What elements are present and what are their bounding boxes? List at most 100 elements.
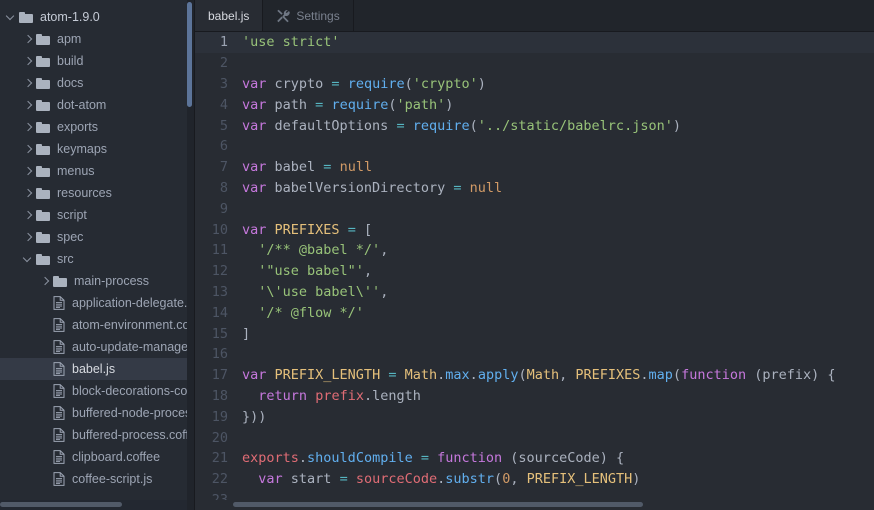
folder-icon [19, 11, 33, 23]
code-token: sourceCode [355, 471, 438, 488]
file-icon [53, 450, 65, 464]
editor-horizontal-scrollbar-thumb[interactable] [233, 502, 643, 507]
code-line[interactable]: 2 [195, 53, 874, 74]
code-line[interactable]: 17 var PREFIX_LENGTH = Math.max.apply(Mat… [195, 365, 874, 386]
chevron-right-icon[interactable] [23, 144, 34, 155]
tree-file-block-decorations-com[interactable]: block-decorations-com [0, 380, 195, 402]
chevron-right-icon[interactable] [40, 276, 51, 287]
code-line[interactable]: 14 '/* @flow */' [195, 302, 874, 323]
code-content[interactable]: 1'use strict' 2 3 var crypto = require('cry… [195, 32, 874, 510]
tree-horizontal-scrollbar-track[interactable] [0, 500, 195, 510]
code-line-text[interactable]: '/** @babel */', [240, 242, 874, 258]
code-line-text[interactable]: '/* @flow */' [240, 305, 874, 321]
tree-folder-src[interactable]: src [0, 248, 195, 270]
chevron-right-icon[interactable] [23, 34, 34, 45]
code-token: , [380, 283, 389, 300]
tree-project-root[interactable]: atom-1.9.0 [0, 6, 195, 28]
editor-horizontal-scrollbar-track[interactable] [195, 500, 874, 510]
chevron-right-icon[interactable] [23, 188, 34, 199]
tree-file-coffee-script.js[interactable]: coffee-script.js [0, 468, 195, 490]
code-token: '"use babel"' [258, 263, 364, 280]
code-line[interactable]: 19})) [195, 406, 874, 427]
line-number: 9 [219, 200, 228, 217]
tree-item-label: exports [57, 120, 98, 134]
text-editor[interactable]: 1'use strict' 2 3 var crypto = require('cry… [195, 32, 874, 510]
tree-folder-apm[interactable]: apm [0, 28, 195, 50]
tree-vertical-scrollbar-track[interactable] [187, 0, 194, 510]
code-line-text[interactable]: })) [240, 409, 874, 425]
chevron-down-icon[interactable] [5, 11, 17, 23]
chevron-right-icon[interactable] [23, 56, 34, 67]
tree-folder-main-process[interactable]: main-process [0, 270, 195, 292]
code-line[interactable]: 18 return prefix.length [195, 386, 874, 407]
code-line-text[interactable]: return prefix.length [240, 388, 874, 404]
tree-file-buffered-process.coffe[interactable]: buffered-process.coffe [0, 424, 195, 446]
tab-bar[interactable]: babel.js Settings [195, 0, 874, 32]
tree-view-sidebar[interactable]: atom-1.9.0 apm build docs dot-atom exports key… [0, 0, 195, 510]
tab-babel-js[interactable]: babel.js [195, 0, 264, 31]
tree-file-auto-update-manager.j[interactable]: auto-update-manager.j [0, 336, 195, 358]
chevron-right-icon[interactable] [23, 100, 34, 111]
tree-file-clipboard.coffee[interactable]: clipboard.coffee [0, 446, 195, 468]
code-token: var [242, 367, 267, 384]
code-line[interactable]: 20 [195, 427, 874, 448]
tree-horizontal-scrollbar-thumb[interactable] [0, 502, 122, 507]
code-line[interactable]: 6 [195, 136, 874, 157]
code-line-text[interactable]: var babelVersionDirectory = null [240, 180, 874, 196]
tree-file-application-delegate.c[interactable]: application-delegate.c [0, 292, 195, 314]
code-line[interactable]: 9 [195, 198, 874, 219]
code-line-text[interactable]: '\'use babel\'', [240, 284, 874, 300]
code-line[interactable]: 11 '/** @babel */', [195, 240, 874, 261]
code-line-text[interactable]: var crypto = require('crypto') [240, 76, 874, 92]
code-line[interactable]: 21 exports.shouldCompile = function (sour… [195, 448, 874, 469]
code-line[interactable]: 15] [195, 323, 874, 344]
tree-file-atom-environment.cof[interactable]: atom-environment.cof [0, 314, 195, 336]
file-tree[interactable]: atom-1.9.0 apm build docs dot-atom exports key… [0, 0, 195, 490]
tree-folder-script[interactable]: script [0, 204, 195, 226]
code-line-text[interactable]: '"use babel"', [240, 263, 874, 279]
code-line[interactable]: 5 var defaultOptions = require('../static… [195, 115, 874, 136]
code-line[interactable]: 16 [195, 344, 874, 365]
code-line-text[interactable]: var PREFIX_LENGTH = Math.max.apply(Math,… [240, 367, 874, 383]
tree-folder-keymaps[interactable]: keymaps [0, 138, 195, 160]
tree-file-buffered-node-process[interactable]: buffered-node-process [0, 402, 195, 424]
tree-folder-menus[interactable]: menus [0, 160, 195, 182]
code-line-text[interactable]: ] [240, 326, 874, 342]
code-line[interactable]: 13 '\'use babel\'', [195, 282, 874, 303]
code-token: Math [404, 367, 438, 384]
code-line-text[interactable]: 'use strict' [240, 34, 874, 50]
chevron-right-icon[interactable] [23, 78, 34, 89]
tree-folder-build[interactable]: build [0, 50, 195, 72]
tree-item-label: docs [57, 76, 84, 90]
tree-file-babel.js[interactable]: babel.js [0, 358, 195, 380]
code-line-text[interactable]: var path = require('path') [240, 97, 874, 113]
code-line-text[interactable]: exports.shouldCompile = function (source… [240, 450, 874, 466]
code-line[interactable]: 10 var PREFIXES = [ [195, 219, 874, 240]
code-line[interactable]: 8 var babelVersionDirectory = null [195, 178, 874, 199]
tab-settings[interactable]: Settings [263, 0, 354, 31]
code-line-text[interactable]: var PREFIXES = [ [240, 222, 874, 238]
code-line[interactable]: 7 var babel = null [195, 157, 874, 178]
chevron-right-icon[interactable] [23, 210, 34, 221]
chevron-right-icon[interactable] [23, 122, 34, 133]
code-line[interactable]: 22 var start = sourceCode.substr(0, PREF… [195, 469, 874, 490]
tree-vertical-scrollbar-thumb[interactable] [187, 2, 192, 107]
code-line[interactable]: 1 'use strict' [195, 32, 874, 53]
tree-folder-spec[interactable]: spec [0, 226, 195, 248]
code-line-text[interactable]: var babel = null [240, 159, 874, 175]
chevron-right-icon[interactable] [23, 166, 34, 177]
tree-folder-dot-atom[interactable]: dot-atom [0, 94, 195, 116]
code-line-text[interactable]: var defaultOptions = require('../static/… [240, 118, 874, 134]
line-number: 11 [211, 242, 228, 259]
chevron-right-icon[interactable] [23, 232, 34, 243]
tree-folder-exports[interactable]: exports [0, 116, 195, 138]
tree-folder-resources[interactable]: resources [0, 182, 195, 204]
chevron-down-icon[interactable] [22, 253, 34, 265]
code-line[interactable]: 3 var crypto = require('crypto') [195, 74, 874, 95]
code-line[interactable]: 12 '"use babel"', [195, 261, 874, 282]
tree-folder-docs[interactable]: docs [0, 72, 195, 94]
code-line[interactable]: 4 var path = require('path') [195, 94, 874, 115]
code-line-text[interactable]: var start = sourceCode.substr(0, PREFIX_… [240, 471, 874, 487]
code-token: substr [445, 471, 495, 488]
